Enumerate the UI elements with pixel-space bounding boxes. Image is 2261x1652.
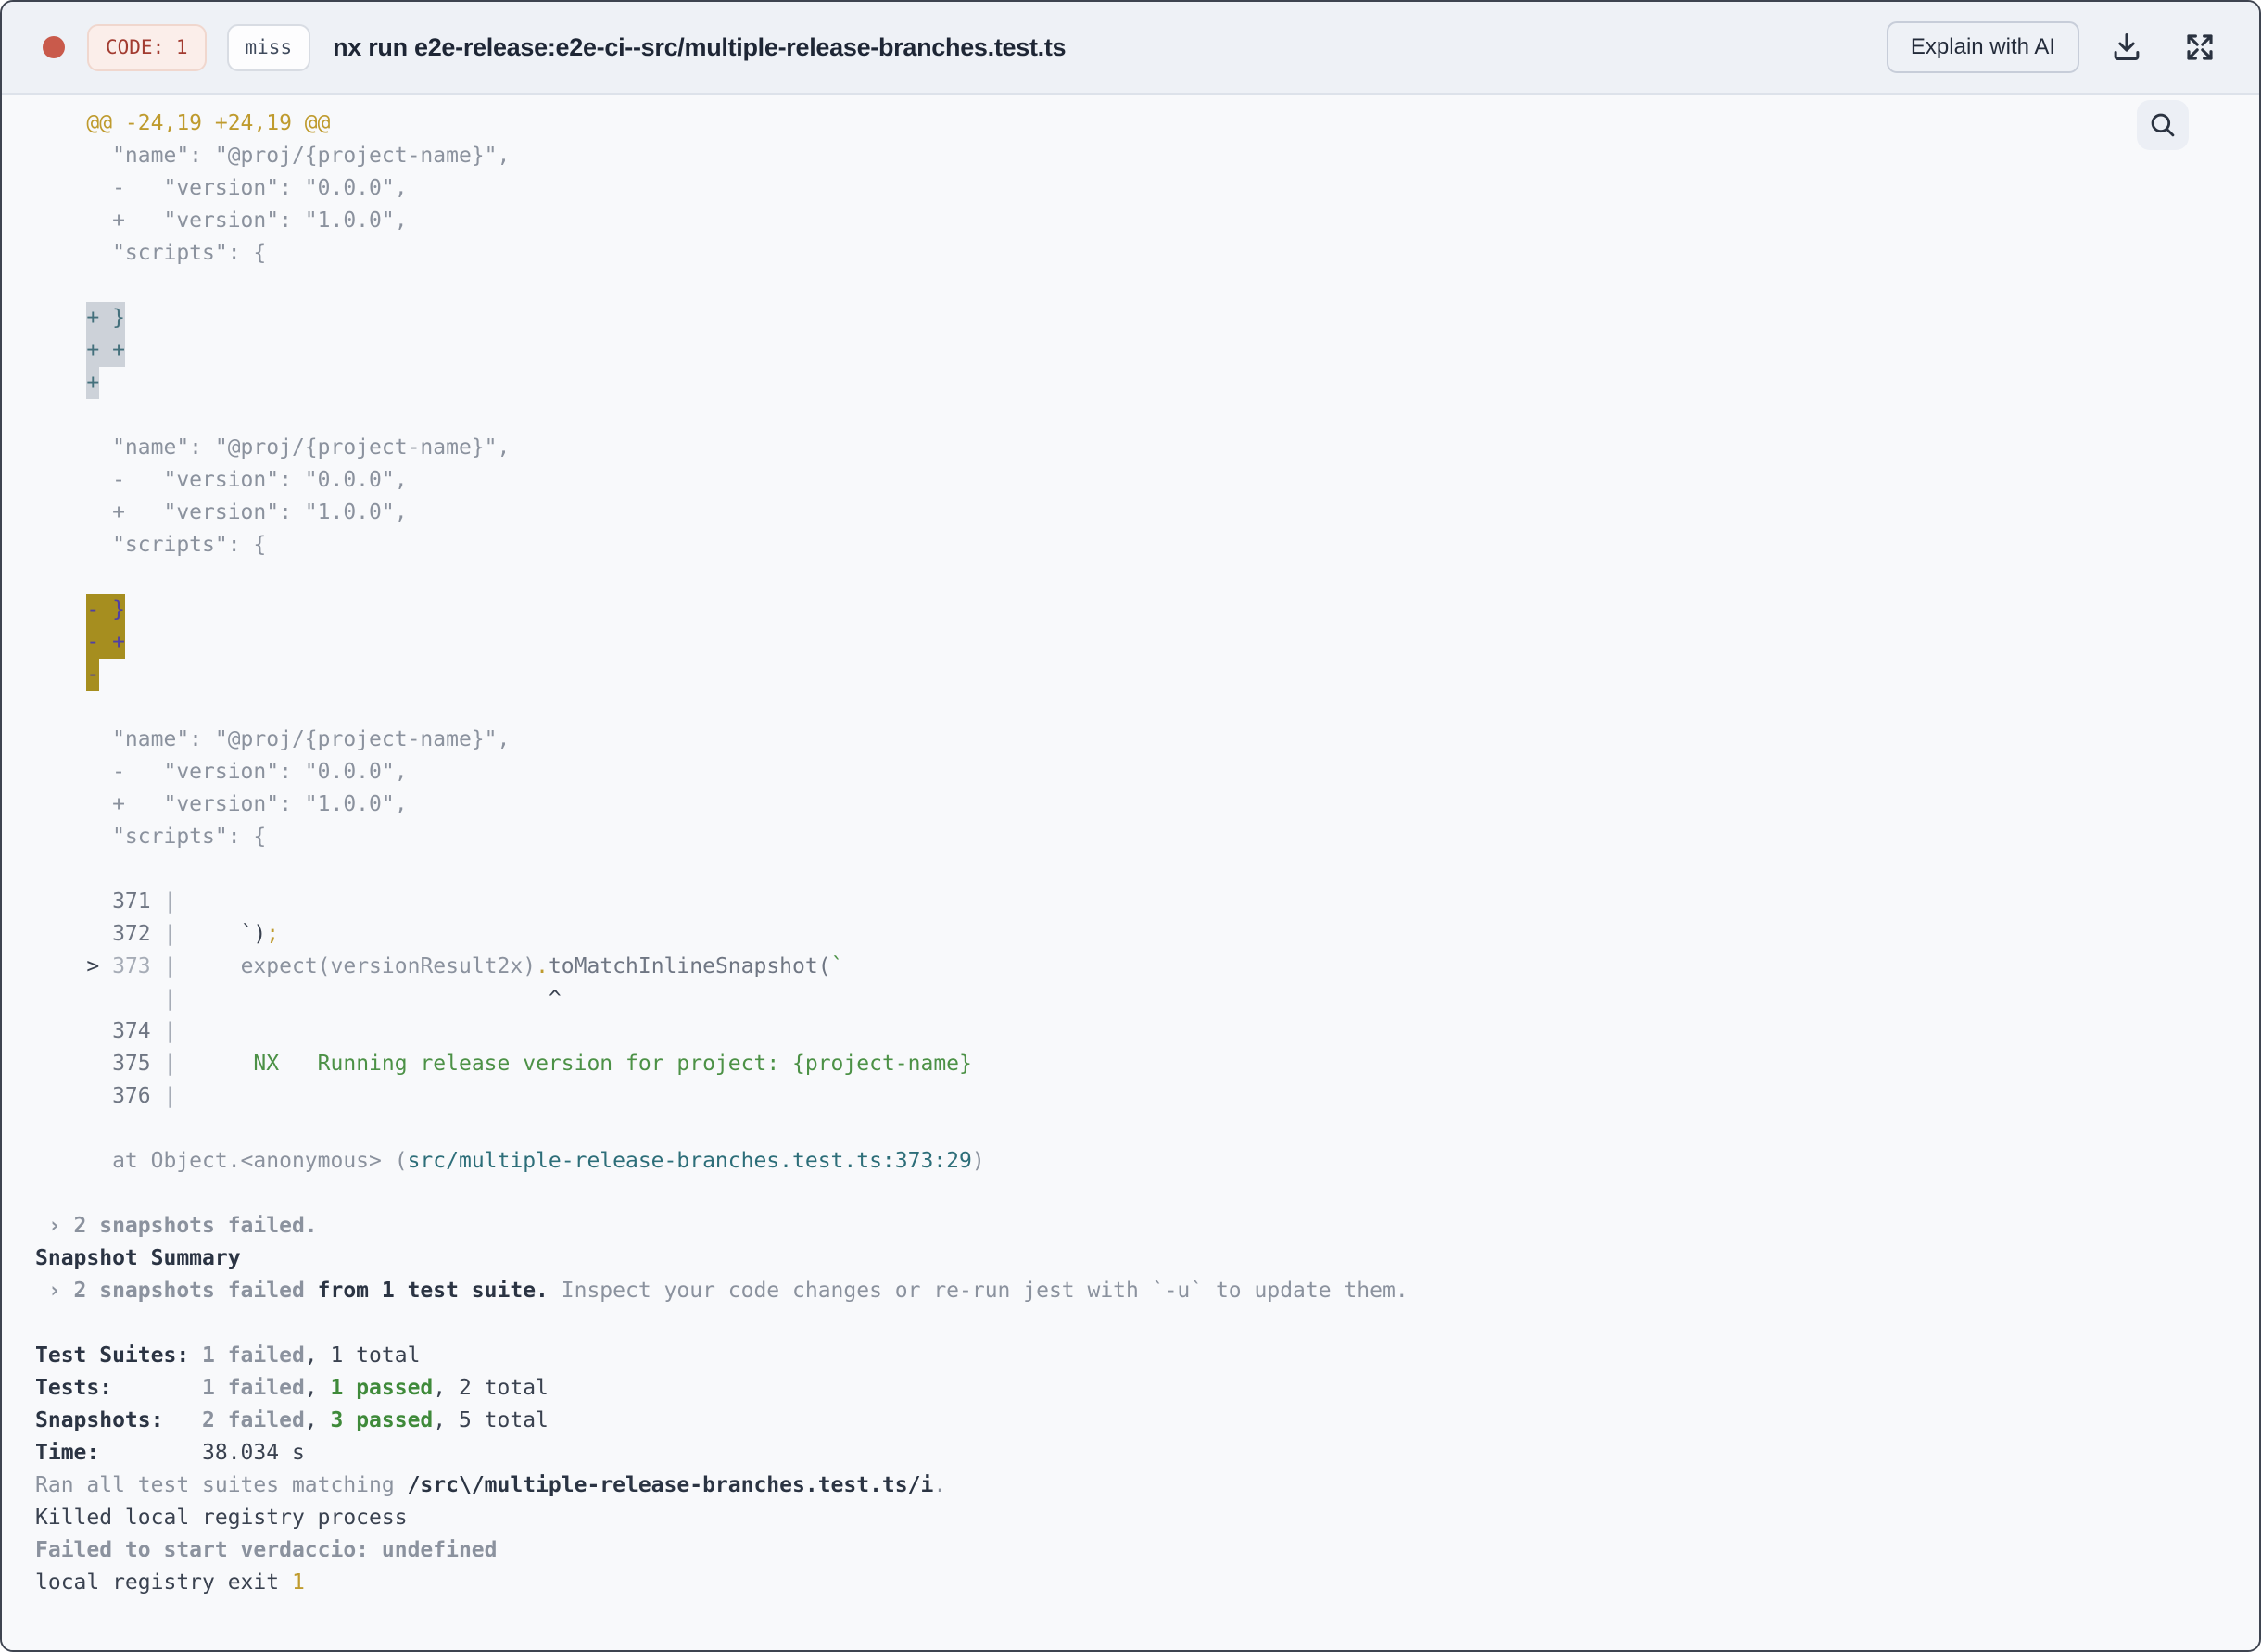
terminal-line: 374 | <box>35 1019 177 1043</box>
terminal-line: › 2 snapshots failed. <box>35 1214 318 1238</box>
terminal-line: "scripts": { <box>35 825 267 849</box>
terminal-line: > 373 | expect(versionResult2x).toMatchI… <box>35 954 844 978</box>
terminal-line: 371 | <box>35 889 177 914</box>
exit-code-badge: CODE: 1 <box>87 23 207 71</box>
terminal-line: + "version": "1.0.0", <box>35 500 408 524</box>
terminal-line: - "version": "0.0.0", <box>35 176 408 200</box>
terminal-line: "name": "@proj/{project-name}", <box>35 435 511 460</box>
search-button[interactable] <box>2137 100 2189 150</box>
terminal-line: - "version": "0.0.0", <box>35 468 408 492</box>
terminal-line: at Object.<anonymous> (src/multiple-rele… <box>35 1149 985 1173</box>
terminal-line: Time: 38.034 s <box>35 1441 305 1465</box>
status-dot <box>43 36 65 58</box>
terminal-line: "scripts": { <box>35 241 267 265</box>
terminal-line: local registry exit 1 <box>35 1570 305 1595</box>
terminal-line: Killed local registry process <box>35 1506 408 1530</box>
terminal-line: › 2 snapshots failed from 1 test suite. … <box>35 1279 1408 1303</box>
expand-icon <box>2187 34 2213 60</box>
terminal-line: 376 | <box>35 1084 177 1108</box>
terminal-line: - + <box>35 626 2241 659</box>
terminal-line: Snapshots: 2 failed, 3 passed, 5 total <box>35 1408 549 1432</box>
search-icon <box>2151 113 2175 137</box>
header: CODE: 1 miss nx run e2e-release:e2e-ci--… <box>2 2 2259 95</box>
task-title: nx run e2e-release:e2e-ci--src/multiple-… <box>333 32 1067 61</box>
terminal-line: Ran all test suites matching /src\/multi… <box>35 1473 947 1497</box>
terminal-line: Tests: 1 failed, 1 passed, 2 total <box>35 1376 549 1400</box>
task-output-window: CODE: 1 miss nx run e2e-release:e2e-ci--… <box>0 0 2261 1652</box>
terminal-line: 375 | NX Running release version for pro… <box>35 1052 972 1076</box>
terminal-line: | ^ <box>163 987 562 1011</box>
terminal-line: "name": "@proj/{project-name}", <box>35 144 511 168</box>
terminal-line: - "version": "0.0.0", <box>35 760 408 784</box>
terminal-line: + } <box>35 302 2241 334</box>
terminal-line: - <box>35 659 2241 691</box>
terminal-line: + "version": "1.0.0", <box>35 792 408 816</box>
cache-status-badge: miss <box>226 23 311 71</box>
terminal-line: + "version": "1.0.0", <box>35 208 408 233</box>
explain-with-ai-button[interactable]: Explain with AI <box>1886 21 2079 73</box>
terminal-line: + <box>35 367 2241 399</box>
expand-button[interactable] <box>2174 21 2226 73</box>
terminal-line: "scripts": { <box>35 533 267 557</box>
terminal-output: @@ -24,19 +24,19 @@ "name": "@proj/{proj… <box>2 95 2259 1599</box>
terminal-line: @@ -24,19 +24,19 @@ <box>35 111 331 135</box>
terminal-line: Failed to start verdaccio: undefined <box>35 1538 498 1562</box>
terminal-line: Test Suites: 1 failed, 1 total <box>35 1343 421 1368</box>
terminal-line: - } <box>35 594 2241 626</box>
terminal-line: "name": "@proj/{project-name}", <box>35 727 511 751</box>
terminal-line: 372 | `); <box>35 922 280 946</box>
terminal-line: Snapshot Summary <box>35 1246 241 1270</box>
download-icon <box>2114 33 2140 61</box>
terminal-line: + + <box>35 334 2241 367</box>
terminal-panel: @@ -24,19 +24,19 @@ "name": "@proj/{proj… <box>2 95 2259 1650</box>
download-button[interactable] <box>2102 22 2152 72</box>
